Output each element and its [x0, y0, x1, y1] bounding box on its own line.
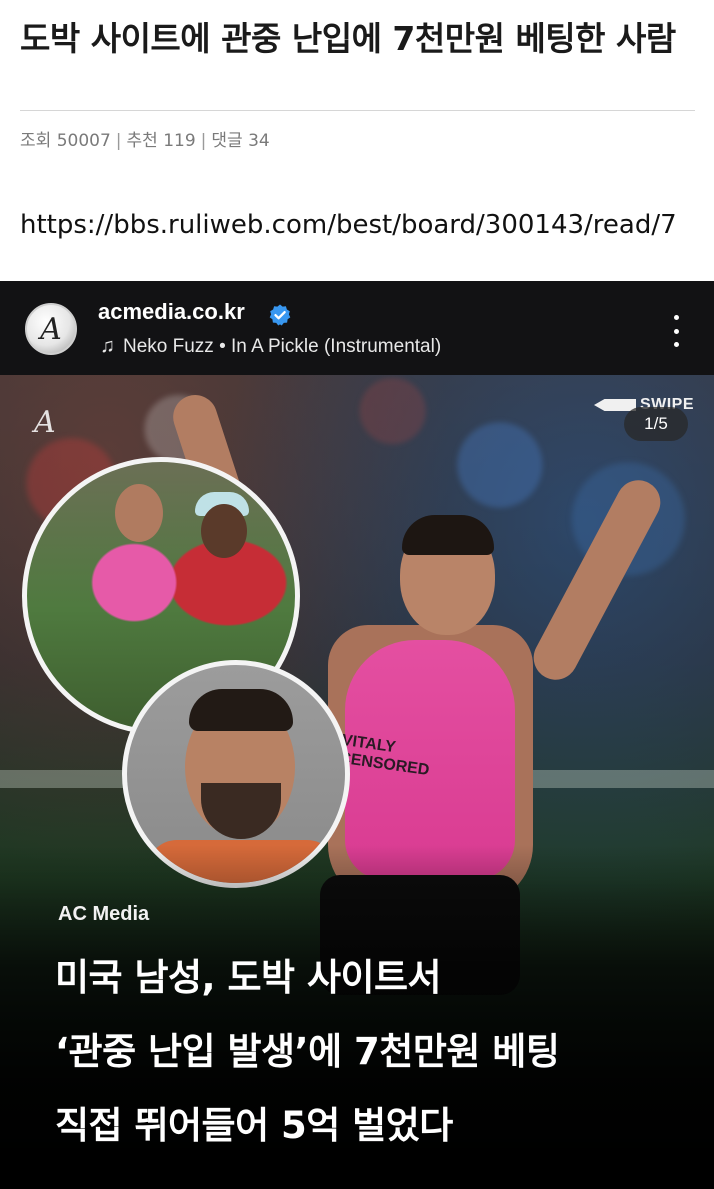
- mugshot-hair: [189, 689, 293, 731]
- inset-security-head: [201, 504, 247, 558]
- page: 도박 사이트에 관중 난입에 7천만원 베팅한 사람 조회 50007 | 추천 1…: [0, 0, 714, 1189]
- more-vertical-icon: [673, 315, 679, 320]
- views-label: 조회: [20, 131, 52, 151]
- more-dot: [673, 328, 679, 334]
- headline-caption: 미국 남성, 도박 사이트서 ‘관중 난입 발생’에 7천만원 베팅 직접 뛰어…: [55, 941, 695, 1163]
- headline-line: 미국 남성, 도박 사이트서: [55, 956, 442, 999]
- more-dot: [673, 342, 679, 347]
- headline-line: ‘관중 난입 발생’에 7천만원 베팅: [55, 1030, 560, 1073]
- brand-tag: AC Media: [58, 903, 150, 925]
- more-options-button[interactable]: [664, 315, 688, 347]
- music-note-icon: ♫: [100, 335, 115, 357]
- inset-person-head: [115, 484, 163, 542]
- embedded-post-card: A acmedia.co.kr ♫ Neko Fuzz • In A Pickle…: [0, 281, 714, 1189]
- headline-line: 직접 뛰어들어 5억 벌었다: [55, 1104, 453, 1147]
- post-media[interactable]: VITALY CENSORED A SWIPE 1/5 AC Media 미국: [0, 375, 714, 1189]
- post-title: 도박 사이트에 관중 난입에 7천만원 베팅한 사람: [20, 19, 676, 58]
- mugshot-beard: [201, 783, 281, 839]
- comments-label: 댓글: [211, 131, 243, 151]
- music-title: Neko Fuzz • In A Pickle (Instrumental): [123, 336, 442, 357]
- music-row[interactable]: ♫ Neko Fuzz • In A Pickle (Instrumental): [100, 335, 441, 358]
- page-counter: 1/5: [624, 407, 688, 441]
- figure-hair: [402, 515, 494, 555]
- verified-badge-icon: [269, 304, 291, 326]
- likes-label: 추천: [126, 131, 158, 151]
- account-name[interactable]: acmedia.co.kr: [98, 299, 245, 325]
- source-link[interactable]: https://bbs.ruliweb.com/best/board/30014…: [20, 210, 714, 240]
- account-avatar[interactable]: A: [25, 303, 77, 355]
- likes-count: 119: [163, 131, 196, 151]
- ac-watermark-logo: A: [34, 405, 56, 440]
- meta-separator: |: [200, 131, 207, 151]
- post-meta: 조회 50007 | 추천 119 | 댓글 34: [20, 126, 270, 151]
- meta-separator: |: [115, 131, 122, 151]
- title-divider: [20, 110, 695, 111]
- embed-header: A acmedia.co.kr ♫ Neko Fuzz • In A Pickle…: [0, 281, 714, 375]
- comments-count: 34: [248, 131, 270, 151]
- views-count: 50007: [56, 131, 111, 151]
